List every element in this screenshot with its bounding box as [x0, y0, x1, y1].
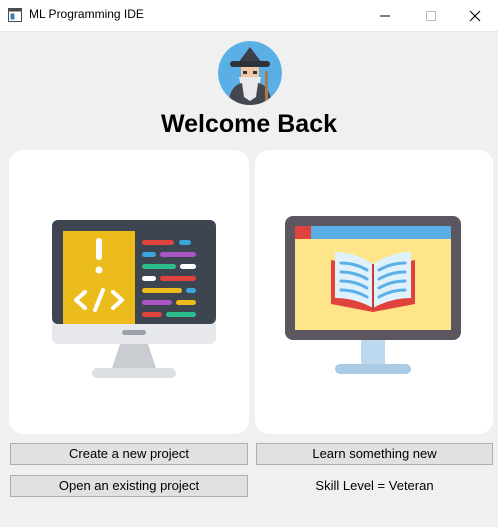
window-title: ML Programming IDE	[29, 7, 144, 21]
title-bar[interactable]: ML Programming IDE	[0, 0, 498, 32]
open-project-button[interactable]: Open an existing project	[10, 475, 248, 497]
learn-button[interactable]: Learn something new	[256, 443, 493, 465]
code-monitor-icon	[52, 220, 216, 378]
code-card[interactable]	[9, 150, 249, 434]
maximize-button[interactable]	[408, 0, 454, 31]
minimize-icon	[380, 15, 390, 16]
close-button[interactable]	[452, 0, 498, 31]
skill-level-label: Skill Level = Veteran	[315, 478, 434, 493]
close-icon	[469, 10, 481, 21]
learn-card[interactable]	[255, 150, 493, 434]
minimize-button[interactable]	[362, 0, 408, 31]
create-project-button[interactable]: Create a new project	[10, 443, 248, 465]
app-icon	[8, 8, 22, 22]
wizard-avatar-icon	[218, 41, 282, 105]
maximize-icon	[426, 10, 436, 21]
welcome-heading: Welcome Back	[160, 110, 337, 138]
main-window: ML Programming IDE Welcome Back Create a…	[0, 0, 498, 527]
book-monitor-icon	[285, 216, 461, 374]
